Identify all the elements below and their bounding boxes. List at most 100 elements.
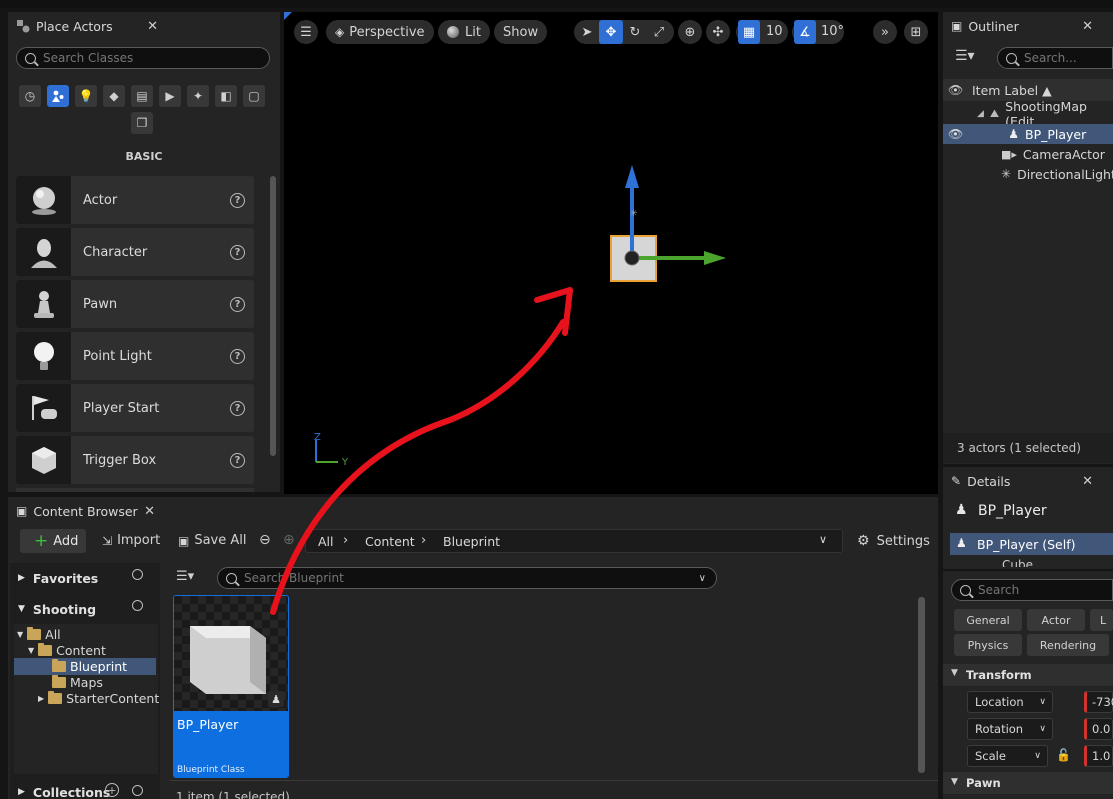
recent-category-icon[interactable]: ◷ (19, 85, 41, 107)
filter-more[interactable]: L (1090, 609, 1113, 631)
filter-general[interactable]: General (954, 609, 1022, 631)
filter-actor[interactable]: Actor (1027, 609, 1085, 631)
expand-arrow-icon[interactable]: ◢ (977, 109, 984, 119)
help-icon[interactable]: ? (230, 244, 245, 260)
add-button[interactable]: + Add (20, 529, 86, 553)
chevron-down-icon[interactable]: ∨ (819, 533, 827, 546)
basic-category-icon[interactable] (47, 85, 69, 107)
world-space-icon[interactable]: ⊕ (678, 20, 702, 44)
outliner-row-map[interactable]: ◢ ⛰ ShootingMap (Edit (943, 99, 1113, 129)
volumes-category-icon[interactable]: ◧ (215, 85, 237, 107)
chevron-down-icon[interactable]: ∨ (699, 573, 706, 584)
breadcrumb-blueprint[interactable]: Blueprint (443, 534, 500, 549)
search-classes-input[interactable] (16, 47, 270, 69)
layout-icon[interactable]: ⊞ (904, 20, 928, 44)
outliner-tab[interactable]: ▣ Outliner ✕ (943, 12, 1101, 40)
grid-snap-icon[interactable]: ▦ (738, 20, 760, 44)
outliner-row-camera[interactable]: ■▸ CameraActor (943, 144, 1113, 164)
rotation-dropdown[interactable]: Rotation ∨ (967, 718, 1053, 740)
details-tab[interactable]: ✎ Details ✕ (943, 467, 1101, 495)
rotation-snap-icon[interactable]: ∡ (794, 20, 816, 44)
lock-icon[interactable]: 🔓 (1056, 748, 1071, 762)
surface-snap-icon[interactable]: ✣ (706, 20, 730, 44)
import-button[interactable]: ⇲ Import (102, 533, 160, 548)
shapes-category-icon[interactable]: ◆ (103, 85, 125, 107)
favorites-search-icon[interactable] (132, 569, 146, 583)
translate-tool-icon[interactable]: ✥ (599, 20, 623, 44)
asset-search-input[interactable]: ∨ (217, 567, 717, 589)
shooting-section[interactable]: ▼ Shooting (18, 596, 96, 622)
filter-physics[interactable]: Physics (954, 634, 1022, 656)
tree-item-blueprint[interactable]: Blueprint (52, 658, 127, 674)
help-icon[interactable]: ? (230, 400, 245, 416)
details-search-input[interactable] (951, 579, 1113, 601)
collections-section[interactable]: ▶ Collections (18, 779, 110, 799)
actor-item-actor[interactable]: Actor ? (16, 176, 254, 224)
outliner-search-field[interactable] (1024, 51, 1112, 65)
help-icon[interactable]: ? (230, 192, 245, 208)
outliner-search-input[interactable] (997, 47, 1113, 69)
visual-effects-category-icon[interactable]: ▶ (159, 85, 181, 107)
actor-item-point-light[interactable]: Point Light ? (16, 332, 254, 380)
component-child-label[interactable]: Cube (1002, 558, 1033, 567)
visibility-eye-icon[interactable]: 👁 (948, 127, 963, 141)
forward-icon[interactable]: ⊕ (283, 532, 295, 548)
actor-item-trigger-box[interactable]: Trigger Box ? (16, 436, 254, 484)
scale-dropdown[interactable]: Scale ∨ (967, 745, 1048, 767)
back-icon[interactable]: ⊖ (259, 532, 271, 548)
help-icon[interactable]: ? (230, 348, 245, 364)
asset-scrollbar[interactable] (918, 597, 925, 773)
save-all-button[interactable]: ▣ Save All (178, 533, 247, 548)
item-label-column-header[interactable]: Item Label ▲ (972, 83, 1052, 98)
actor-item-pawn[interactable]: Pawn ? (16, 280, 254, 328)
rotation-x-field[interactable]: 0.0 ° (1084, 718, 1113, 740)
settings-button[interactable]: ⚙ Settings (857, 533, 930, 549)
more-options-icon[interactable]: » (873, 20, 897, 44)
collapse-arrow-icon[interactable]: ▼ (951, 668, 958, 678)
breadcrumb-content[interactable]: Content (365, 534, 415, 549)
close-icon[interactable]: ✕ (1082, 19, 1093, 34)
collections-search-icon[interactable] (132, 785, 143, 796)
scale-x-field[interactable]: 1.0 (1084, 745, 1113, 767)
perspective-button[interactable]: ◈ Perspective (326, 20, 434, 44)
search-classes-field[interactable] (43, 51, 269, 65)
help-icon[interactable]: ? (230, 296, 245, 312)
content-browser-tab[interactable]: ▣ Content Browser ✕ (8, 497, 163, 525)
collapse-arrow-icon[interactable]: ▼ (951, 777, 958, 787)
rotation-snap-value[interactable]: 10° (821, 24, 844, 39)
place-actors-scrollbar[interactable] (270, 176, 276, 456)
tree-item-content[interactable]: ▼ Content (28, 642, 106, 658)
shooting-search-icon[interactable] (132, 600, 146, 614)
help-icon[interactable]: ? (230, 452, 245, 468)
filter-icon[interactable]: ☰▾ (955, 48, 975, 64)
asset-search-field[interactable] (244, 571, 699, 585)
location-dropdown[interactable]: Location ∨ (967, 691, 1053, 713)
viewport-menu-icon[interactable]: ☰ (294, 20, 318, 44)
actor-item-player-start[interactable]: Player Start ? (16, 384, 254, 432)
asset-tile-bp-player[interactable]: ♟ BP_Player Blueprint Class (173, 595, 289, 778)
lit-button[interactable]: Lit (438, 20, 490, 44)
asset-filter-icon[interactable]: ☰▾ (176, 569, 194, 584)
outliner-row-bp-player[interactable]: 👁 ♟ BP_Player (943, 124, 1113, 144)
tree-item-startercontent[interactable]: ▶ StarterContent (38, 690, 159, 706)
place-actors-tab[interactable]: Place Actors ✕ (8, 12, 166, 40)
geometry-category-icon[interactable]: ✦ (187, 85, 209, 107)
tree-item-all[interactable]: ▼ All (17, 626, 61, 642)
close-icon[interactable]: ✕ (144, 504, 155, 519)
lights-category-icon[interactable]: 💡 (75, 85, 97, 107)
show-button[interactable]: Show (494, 20, 548, 44)
breadcrumb-all[interactable]: All (318, 534, 334, 549)
translate-gizmo[interactable]: ✳ (600, 160, 740, 290)
outliner-row-light[interactable]: ✳ DirectionalLight (943, 164, 1113, 184)
visibility-header-icon[interactable]: 👁 (948, 83, 963, 97)
filter-rendering[interactable]: Rendering (1027, 634, 1109, 656)
location-x-field[interactable]: -730 (1084, 691, 1113, 713)
favorites-section[interactable]: ▶ Favorites (18, 565, 98, 591)
close-icon[interactable]: ✕ (147, 19, 158, 34)
rotate-tool-icon[interactable]: ↻ (623, 20, 647, 44)
tree-item-maps[interactable]: Maps (52, 674, 103, 690)
cinematic-category-icon[interactable]: ▤ (131, 85, 153, 107)
grid-snap-value[interactable]: 10 (766, 24, 783, 39)
details-search-field[interactable] (978, 583, 1112, 597)
add-collection-icon[interactable]: + (105, 783, 119, 797)
